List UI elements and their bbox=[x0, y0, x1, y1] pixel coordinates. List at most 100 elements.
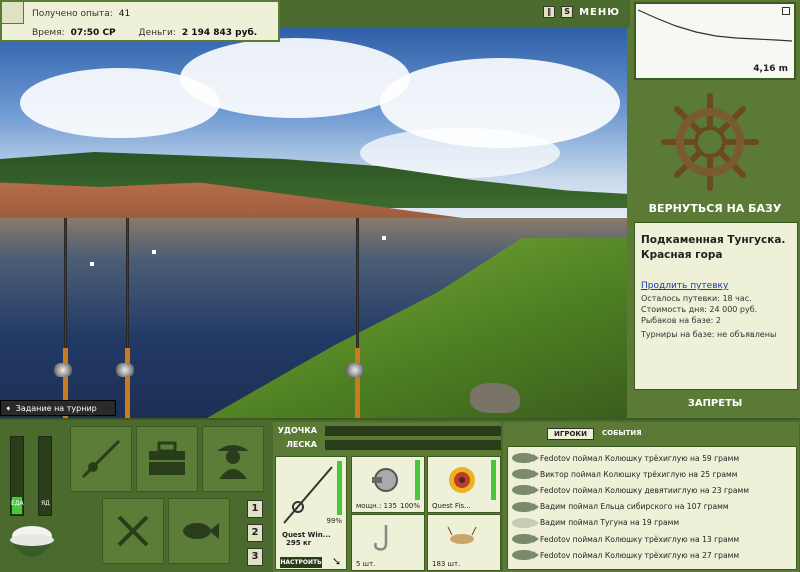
bottom-panel: ЕДА ЯД 1 2 3 УДОЧКА ЛЕСКА 99% Quest Win.… bbox=[0, 418, 800, 572]
rod-slot[interactable]: 99% Quest Win... 295 кг НАСТРОИТЬ ➘ bbox=[275, 456, 347, 570]
float-1[interactable] bbox=[90, 262, 94, 266]
rod-condition: 99% bbox=[326, 517, 342, 525]
fish-icon bbox=[512, 534, 539, 545]
return-to-base-button[interactable]: ВЕРНУТЬСЯ НА БАЗУ bbox=[630, 202, 800, 215]
fisherman-tile[interactable] bbox=[202, 426, 264, 492]
line-tension-track bbox=[325, 440, 501, 450]
rod-weight: 295 кг bbox=[286, 539, 312, 547]
fish-icon bbox=[512, 550, 539, 561]
bait-slot[interactable]: 183 шт. bbox=[427, 514, 501, 571]
ship-wheel-icon[interactable] bbox=[660, 92, 760, 192]
experience-value: 41 bbox=[118, 9, 131, 19]
feed-tabs: ИГРОКИ СОБЫТИЯ bbox=[547, 428, 648, 440]
location-title: Подкаменная Тунгуска. Красная гора bbox=[641, 234, 786, 261]
bans-button[interactable]: ЗАПРЕТЫ bbox=[630, 398, 800, 409]
rock bbox=[470, 383, 520, 413]
hook-slot[interactable]: 5 шт. bbox=[351, 514, 425, 571]
right-panel: 4,16 m ВЕРНУТЬСЯ НА БАЗУ Подкаменная Тун… bbox=[630, 0, 800, 418]
fish-icon bbox=[512, 501, 539, 512]
fish-icon bbox=[183, 523, 219, 539]
bait-count: 183 шт. bbox=[432, 560, 461, 568]
tab-events[interactable]: СОБЫТИЯ bbox=[596, 428, 648, 440]
line-slot[interactable]: Quest Fis... bbox=[427, 456, 501, 513]
list-item: Вадим поймал Ельца сибирского на 107 гра… bbox=[508, 499, 796, 515]
catch-text: Fedotov поймал Колюшку трёхиглую на 13 г… bbox=[540, 534, 740, 544]
hook-icon bbox=[374, 525, 388, 551]
money-value: 2 194 843 руб. bbox=[181, 28, 258, 38]
tab-players[interactable]: ИГРОКИ bbox=[547, 428, 594, 440]
events-panel: ИГРОКИ СОБЫТИЯ Fedotov поймал Колюшку тр… bbox=[503, 422, 799, 572]
float-3[interactable] bbox=[382, 236, 386, 240]
list-item: Fedotov поймал Колюшку трёхиглую на 27 г… bbox=[508, 547, 796, 563]
bait-larva-icon bbox=[447, 526, 477, 544]
time-label: Время: bbox=[32, 28, 65, 38]
list-item: Вадим поймал Тугуна на 19 грамм bbox=[508, 515, 796, 531]
rod-tension-track bbox=[325, 426, 501, 436]
line-name: Quest Fis... bbox=[432, 502, 471, 510]
menu-button[interactable]: МЕНЮ bbox=[579, 7, 620, 18]
line-bar: ЛЕСКА bbox=[275, 438, 501, 452]
tournament-task-button[interactable]: ➧ Задание на турнир bbox=[0, 400, 116, 416]
kitchen-tile[interactable] bbox=[102, 498, 164, 564]
knife-fork-icon bbox=[117, 515, 149, 547]
cloud bbox=[20, 68, 220, 138]
top-controls: ‖ S МЕНЮ bbox=[543, 6, 620, 18]
panel-toggle[interactable] bbox=[2, 2, 24, 24]
fishers-count: Рыбаков на базе: 2 bbox=[641, 316, 721, 325]
catch-text: Виктор поймал Колюшку трёхиглую на 25 гр… bbox=[540, 469, 738, 479]
list-item: Fedotov поймал Колюшку трёхиглую на 13 г… bbox=[508, 531, 796, 547]
stats-panel: Получено опыта: 41 Время: 07:50 СР Деньги:… bbox=[0, 0, 280, 42]
rods-tile[interactable] bbox=[70, 426, 132, 492]
time-value: 07:50 СР bbox=[70, 28, 116, 38]
float-2[interactable] bbox=[152, 250, 156, 254]
tackle-box-tile[interactable] bbox=[136, 426, 198, 492]
reel-slot[interactable]: мощн.: 135 100% bbox=[351, 456, 425, 513]
reel-condition: 100% bbox=[399, 502, 420, 510]
experience-label: Получено опыта: bbox=[32, 9, 113, 19]
depth-value: 4,16 m bbox=[753, 64, 788, 74]
slot-2-button[interactable]: 2 bbox=[247, 524, 263, 542]
extend-pass-link[interactable]: Продлить путевку bbox=[641, 281, 791, 291]
rod-2[interactable] bbox=[125, 218, 130, 418]
fisherman-icon bbox=[217, 445, 249, 479]
food-bowl-icon[interactable] bbox=[6, 516, 58, 568]
list-item: Fedotov поймал Колюшку трёхиглую на 59 г… bbox=[508, 450, 796, 466]
slot-3-button[interactable]: 3 bbox=[247, 548, 263, 566]
rod-1[interactable] bbox=[63, 218, 68, 418]
fishing-scene[interactable]: ➧ Задание на турнир bbox=[0, 28, 630, 418]
poison-label: ЯД bbox=[41, 500, 50, 507]
close-icon[interactable] bbox=[782, 7, 790, 15]
tournaments-status: Турниры на базе: не объявлены bbox=[641, 330, 777, 339]
reel-3-icon bbox=[346, 363, 364, 377]
list-item: Fedotov поймал Колюшку девятииглую на 23… bbox=[508, 482, 796, 498]
tackle-panel: УДОЧКА ЛЕСКА 99% Quest Win... 295 кг НАС… bbox=[273, 422, 501, 572]
reel-power: мощн.: 135 bbox=[356, 502, 397, 510]
sound-button[interactable]: S bbox=[561, 6, 574, 18]
day-cost: Стоимость дня: 24 000 руб. bbox=[641, 305, 758, 314]
hooks-count: 5 шт. bbox=[356, 560, 376, 568]
arrow-down-right-icon: ➘ bbox=[332, 555, 342, 568]
rod-name: Quest Win... bbox=[282, 531, 331, 539]
fish-icon bbox=[512, 517, 539, 528]
line-spool-icon bbox=[449, 467, 475, 493]
slot-1-button[interactable]: 1 bbox=[247, 500, 263, 518]
rod-bar: УДОЧКА bbox=[275, 424, 501, 438]
catch-text: Вадим поймал Тугуна на 19 грамм bbox=[540, 518, 680, 528]
list-item: Виктор поймал Колюшку трёхиглую на 25 гр… bbox=[508, 466, 796, 482]
catch-feed: Fedotov поймал Колюшку трёхиглую на 59 г… bbox=[507, 446, 797, 570]
setup-button[interactable]: НАСТРОИТЬ bbox=[280, 557, 322, 568]
catch-text: Fedotov поймал Колюшку трёхиглую на 27 г… bbox=[540, 550, 740, 560]
rod-3[interactable] bbox=[355, 218, 360, 418]
arrow-right-icon: ➧ bbox=[5, 404, 12, 413]
catch-text: Вадим поймал Ельца сибирского на 107 гра… bbox=[540, 502, 729, 512]
catch-tile[interactable] bbox=[168, 498, 230, 564]
fish-icon bbox=[512, 469, 539, 480]
reel-1-icon bbox=[54, 363, 72, 377]
fish-icon bbox=[512, 453, 539, 464]
pause-icon[interactable]: ‖ bbox=[543, 6, 556, 18]
remaining-time: Осталось путевки: 18 час. bbox=[641, 294, 752, 303]
food-label: ЕДА bbox=[11, 500, 24, 507]
fishing-rod-icon bbox=[81, 439, 121, 479]
depth-profile: 4,16 m bbox=[634, 2, 796, 80]
tackle-box-icon bbox=[149, 441, 185, 475]
